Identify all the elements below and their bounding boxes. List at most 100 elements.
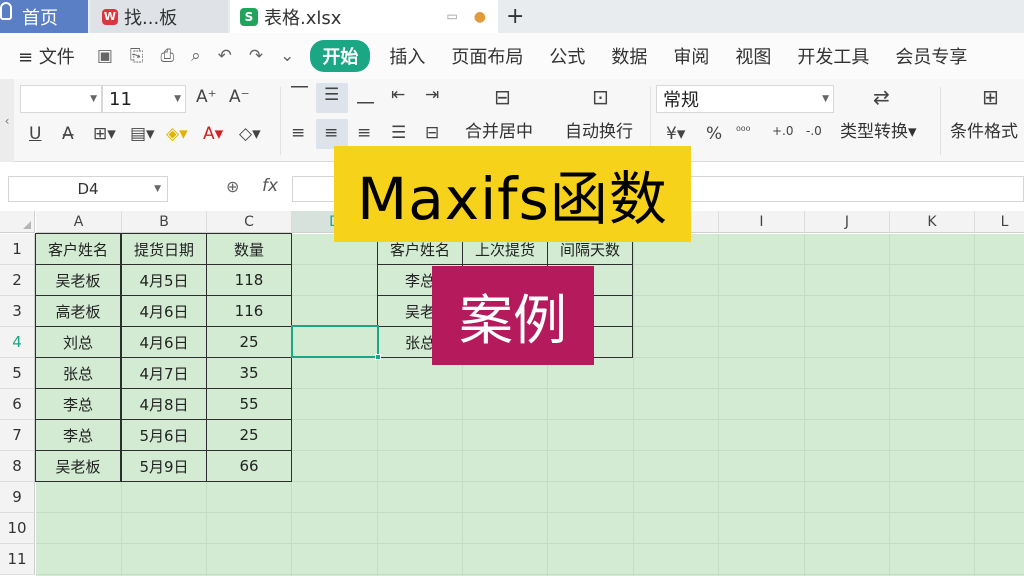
table-cell[interactable]: 李总: [35, 419, 121, 451]
menu-review[interactable]: 审阅: [660, 43, 722, 69]
type-convert-button[interactable]: 类型转换▾: [840, 117, 917, 142]
decrease-font-icon[interactable]: A⁻: [229, 87, 250, 107]
table-header-cell[interactable]: 数量: [206, 233, 292, 265]
table-header-cell[interactable]: 提货日期: [121, 233, 207, 265]
number-format-select[interactable]: 常规 ▼: [656, 85, 834, 113]
border-icon[interactable]: ⊞▾: [93, 124, 116, 144]
fill-handle[interactable]: [375, 354, 381, 360]
redo-icon[interactable]: ↷: [249, 46, 263, 66]
increase-decimal-icon[interactable]: +.0: [772, 124, 794, 138]
decrease-indent-icon[interactable]: ⇤: [391, 85, 405, 105]
row-header-1[interactable]: 1: [0, 234, 35, 265]
font-color-icon[interactable]: A▾: [203, 124, 223, 144]
monitor-icon[interactable]: ▭: [446, 9, 457, 25]
decrease-decimal-icon[interactable]: -.0: [806, 124, 822, 138]
column-header-l[interactable]: L: [975, 211, 1024, 233]
wrap-text-icon[interactable]: ⊡: [592, 85, 609, 109]
tab-home[interactable]: 首页: [0, 0, 88, 33]
align-bottom-icon[interactable]: ⎽: [357, 85, 374, 105]
distributed-align-icon[interactable]: ⊟: [425, 123, 439, 143]
row-header-5[interactable]: 5: [0, 358, 35, 389]
merge-center-button[interactable]: 合并居中: [465, 117, 533, 142]
table-cell[interactable]: 刘总: [35, 326, 121, 358]
menu-page-layout[interactable]: 页面布局: [438, 43, 536, 69]
menu-insert[interactable]: 插入: [376, 43, 438, 69]
export-icon[interactable]: ⎘: [130, 46, 144, 66]
ribbon-scroll-left-icon[interactable]: ‹: [0, 79, 14, 162]
cell-style-icon[interactable]: ▤▾: [130, 124, 155, 144]
table-cell[interactable]: 高老板: [35, 295, 121, 327]
table-cell[interactable]: 25: [206, 326, 292, 358]
table-cell[interactable]: 116: [206, 295, 292, 327]
table-cell[interactable]: 66: [206, 450, 292, 482]
underline-icon[interactable]: U: [29, 124, 41, 144]
type-convert-icon[interactable]: ⇄: [873, 85, 890, 109]
font-size-select[interactable]: 11 ▼: [102, 85, 186, 113]
table-cell[interactable]: 5月6日: [121, 419, 207, 451]
align-right-icon[interactable]: ≡: [357, 123, 371, 143]
name-box[interactable]: D4 ▼: [8, 176, 168, 202]
wrap-text-button[interactable]: 自动换行: [565, 117, 633, 142]
menu-home[interactable]: 开始: [310, 40, 371, 72]
file-menu[interactable]: ≡ 文件: [0, 43, 91, 69]
conditional-format-button[interactable]: 条件格式: [950, 117, 1018, 142]
table-cell[interactable]: 118: [206, 264, 292, 296]
strikethrough-icon[interactable]: A̶: [62, 124, 74, 144]
table-cell[interactable]: 55: [206, 388, 292, 420]
column-header-i[interactable]: I: [719, 211, 805, 233]
tab-spreadsheet-file[interactable]: S 表格.xlsx ▭ ●: [230, 0, 498, 33]
selected-cell-d4[interactable]: [291, 325, 379, 358]
column-header-c[interactable]: C: [207, 211, 292, 233]
table-cell[interactable]: 25: [206, 419, 292, 451]
table-cell[interactable]: 4月7日: [121, 357, 207, 389]
align-center-icon[interactable]: ≡: [324, 123, 338, 143]
row-header-3[interactable]: 3: [0, 296, 35, 327]
increase-font-icon[interactable]: A⁺: [196, 87, 217, 107]
clear-format-icon[interactable]: ◇▾: [239, 124, 261, 144]
column-header-b[interactable]: B: [122, 211, 207, 233]
table-cell[interactable]: 4月6日: [121, 295, 207, 327]
menu-formulas[interactable]: 公式: [536, 43, 598, 69]
column-header-a[interactable]: A: [36, 211, 122, 233]
row-header-8[interactable]: 8: [0, 451, 35, 482]
align-top-icon[interactable]: ⎺: [291, 85, 308, 105]
row-header-11[interactable]: 11: [0, 544, 35, 575]
row-header-10[interactable]: 10: [0, 513, 35, 544]
table-cell[interactable]: 35: [206, 357, 292, 389]
align-left-icon[interactable]: ≡: [291, 123, 305, 143]
row-header-2[interactable]: 2: [0, 265, 35, 296]
row-header-9[interactable]: 9: [0, 482, 35, 513]
save-icon[interactable]: ▣: [97, 46, 113, 66]
font-name-select[interactable]: ▼: [20, 85, 102, 113]
increase-indent-icon[interactable]: ⇥: [425, 85, 439, 105]
fx-icon[interactable]: fx: [262, 176, 278, 196]
new-tab-button[interactable]: +: [506, 0, 524, 33]
column-header-k[interactable]: K: [890, 211, 975, 233]
thousands-separator-icon[interactable]: ⁰⁰⁰: [736, 124, 750, 138]
percent-format-button[interactable]: %: [706, 124, 722, 144]
table-cell[interactable]: 4月8日: [121, 388, 207, 420]
row-header-6[interactable]: 6: [0, 389, 35, 420]
menu-member[interactable]: 会员专享: [882, 43, 980, 69]
table-header-cell[interactable]: 客户姓名: [35, 233, 121, 265]
table-cell[interactable]: 吴老板: [35, 264, 121, 296]
align-middle-icon[interactable]: ☰: [324, 85, 339, 105]
menu-view[interactable]: 视图: [722, 43, 784, 69]
print-icon[interactable]: ⎙: [160, 46, 174, 66]
quick-access-dropdown-icon[interactable]: ⌄: [280, 46, 294, 66]
row-header-7[interactable]: 7: [0, 420, 35, 451]
conditional-format-icon[interactable]: ⊞: [982, 85, 999, 109]
table-cell[interactable]: 4月5日: [121, 264, 207, 296]
preview-icon[interactable]: ⌕: [191, 46, 201, 66]
fill-color-icon[interactable]: ◈▾: [166, 124, 188, 144]
table-cell[interactable]: 李总: [35, 388, 121, 420]
menu-data[interactable]: 数据: [598, 43, 660, 69]
table-cell[interactable]: 吴老板: [35, 450, 121, 482]
search-icon[interactable]: ⊕: [226, 177, 239, 196]
column-header-j[interactable]: J: [805, 211, 890, 233]
justify-icon[interactable]: ☰: [391, 123, 406, 143]
table-cell[interactable]: 5月9日: [121, 450, 207, 482]
merge-center-icon[interactable]: ⊟: [494, 85, 511, 109]
row-header-4[interactable]: 4: [0, 327, 35, 358]
undo-icon[interactable]: ↶: [218, 46, 232, 66]
